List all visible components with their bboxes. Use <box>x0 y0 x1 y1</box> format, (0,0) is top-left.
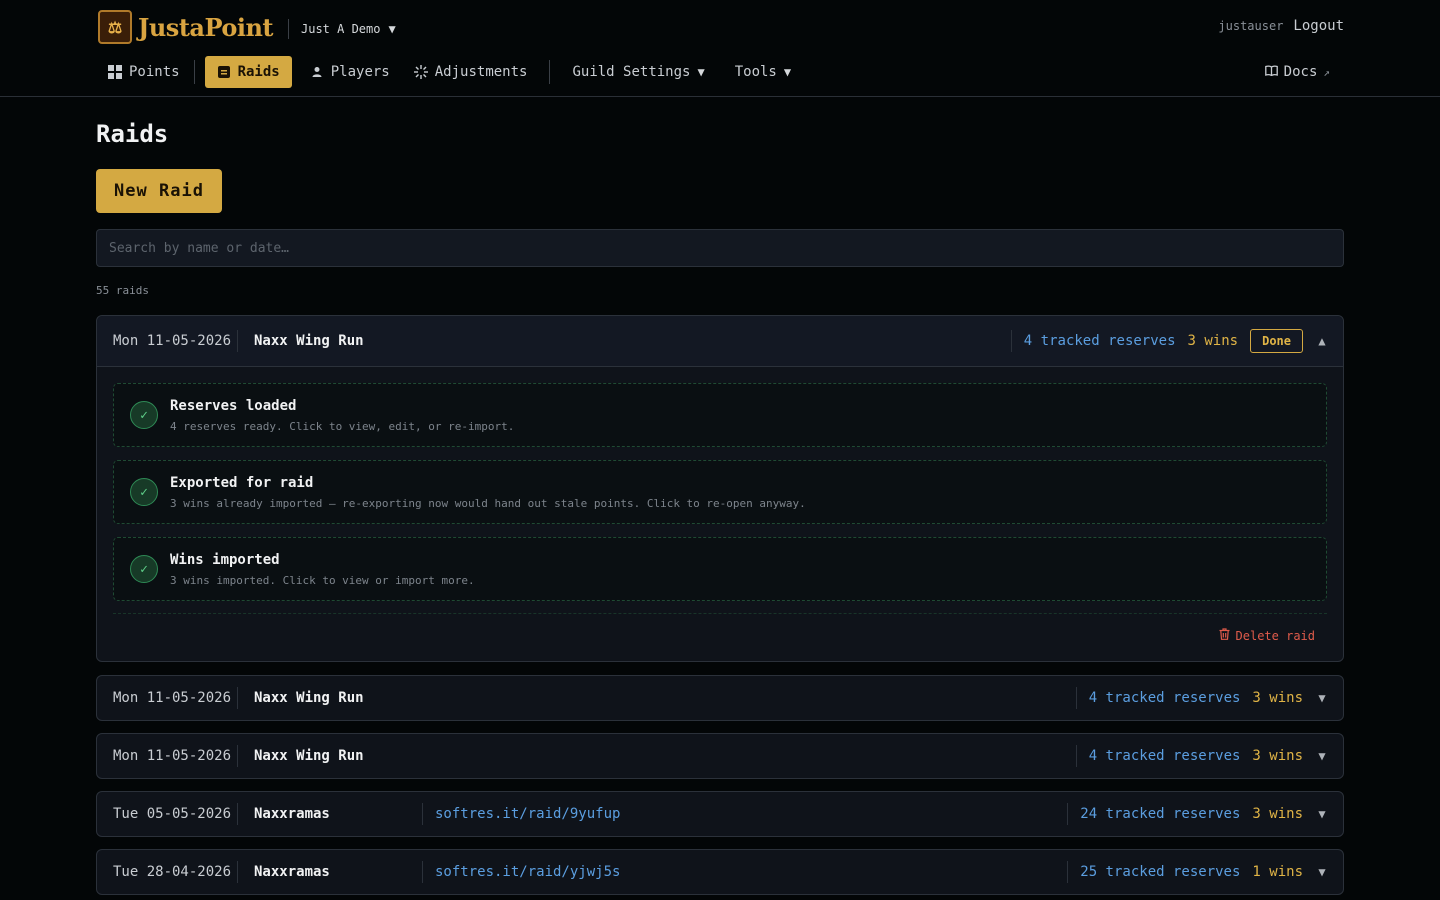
nav-item-tools[interactable]: Tools ▼ <box>723 56 803 88</box>
docs-label: Docs <box>1283 64 1318 80</box>
chevron-down-icon[interactable]: ▼ <box>1317 807 1327 821</box>
raid-date: Mon 11-05-2026 <box>113 687 238 709</box>
raid-header[interactable]: Tue 28-04-2026 Naxxramas softres.it/raid… <box>97 850 1343 894</box>
step-wins-imported[interactable]: ✓ Wins imported 3 wins imported. Click t… <box>113 537 1327 601</box>
check-icon: ✓ <box>130 555 158 583</box>
tracked-reserves: 24 tracked reserves <box>1080 806 1241 822</box>
step-title: Exported for raid <box>170 474 314 491</box>
nav-label: Tools <box>734 64 777 80</box>
check-icon: ✓ <box>130 401 158 429</box>
top-bar: ⚖ JustaPoint Just A Demo ▼ justauser Log… <box>0 0 1440 97</box>
new-raid-button[interactable]: New Raid <box>96 169 222 213</box>
nav-item-players[interactable]: Players <box>298 56 402 88</box>
raid-stats: 4 tracked reserves 3 wins <box>1010 330 1239 352</box>
external-link-icon: ↗ <box>1323 65 1330 79</box>
chevron-down-icon[interactable]: ▼ <box>1317 865 1327 879</box>
logo-icon: ⚖ <box>98 10 132 44</box>
raid-name: Naxx Wing Run <box>254 333 364 349</box>
raid-stats: 24 tracked reserves 3 wins <box>1067 803 1303 825</box>
nav-label: Raids <box>237 64 280 80</box>
wins-count: 3 wins <box>1252 748 1303 764</box>
user-menu: justauser Logout <box>1218 18 1344 34</box>
raid-header[interactable]: Mon 11-05-2026 Naxx Wing Run 4 tracked r… <box>97 316 1343 367</box>
raid-card: Tue 05-05-2026 Naxxramas softres.it/raid… <box>96 791 1344 837</box>
raid-header[interactable]: Mon 11-05-2026 Naxx Wing Run 4 tracked r… <box>97 676 1343 720</box>
book-icon <box>1264 64 1278 80</box>
raid-name: Naxxramas <box>238 803 423 825</box>
tracked-reserves: 25 tracked reserves <box>1080 864 1241 880</box>
chevron-down-icon: ▼ <box>388 22 396 36</box>
nav-item-guild-settings[interactable]: Guild Settings ▼ <box>560 56 716 88</box>
user-icon <box>310 65 324 79</box>
nav-item-raids[interactable]: Raids <box>204 56 292 88</box>
raid-count: 55 raids <box>96 284 149 297</box>
tracked-reserves: 4 tracked reserves <box>1023 333 1176 349</box>
raid-card: Mon 11-05-2026 Naxx Wing Run 4 tracked r… <box>96 733 1344 779</box>
raid-name: Naxxramas <box>238 861 423 883</box>
nav-divider <box>193 60 195 84</box>
step-description: 3 wins imported. Click to view or import… <box>170 573 475 587</box>
search-input[interactable] <box>96 229 1344 267</box>
list-icon <box>217 65 231 79</box>
status-badge: Done <box>1250 329 1303 353</box>
raid-date: Mon 11-05-2026 <box>113 745 238 767</box>
username: justauser <box>1218 19 1284 33</box>
brand-name: JustaPoint <box>138 12 274 42</box>
raid-name: Naxx Wing Run <box>254 690 364 706</box>
wins-count: 3 wins <box>1252 806 1303 822</box>
chevron-down-icon: ▼ <box>783 65 792 79</box>
raid-stats: 4 tracked reserves 3 wins <box>1075 745 1303 767</box>
chevron-up-icon[interactable]: ▲ <box>1317 334 1327 348</box>
tracked-reserves: 4 tracked reserves <box>1088 690 1241 706</box>
nav-item-adjustments[interactable]: Adjustments <box>402 56 540 88</box>
raid-card: Mon 11-05-2026 Naxx Wing Run 4 tracked r… <box>96 675 1344 721</box>
nav-item-points[interactable]: Points <box>96 56 192 88</box>
step-description: 4 reserves ready. Click to view, edit, o… <box>170 419 515 433</box>
nav-label: Points <box>129 64 180 80</box>
raid-details: ✓ Reserves loaded 4 reserves ready. Clic… <box>97 367 1343 661</box>
raid-stats: 25 tracked reserves 1 wins <box>1067 861 1303 883</box>
step-title: Reserves loaded <box>170 397 297 414</box>
logout-link[interactable]: Logout <box>1293 18 1344 34</box>
raid-name: Naxx Wing Run <box>254 748 364 764</box>
wins-count: 3 wins <box>1252 690 1303 706</box>
wins-count: 3 wins <box>1187 333 1239 349</box>
docs-link[interactable]: Docs ↗ <box>1264 56 1330 88</box>
raid-card: Mon 11-05-2026 Naxx Wing Run 4 tracked r… <box>96 315 1344 662</box>
page-title: Raids <box>96 120 169 148</box>
chevron-down-icon[interactable]: ▼ <box>1317 749 1327 763</box>
check-icon: ✓ <box>130 478 158 506</box>
chevron-down-icon: ▼ <box>697 65 705 79</box>
raid-date: Tue 28-04-2026 <box>113 861 238 883</box>
nav-divider <box>549 60 551 84</box>
raid-card: Tue 28-04-2026 Naxxramas softres.it/raid… <box>96 849 1344 895</box>
step-reserves-loaded[interactable]: ✓ Reserves loaded 4 reserves ready. Clic… <box>113 383 1327 447</box>
step-title: Wins imported <box>170 551 280 568</box>
step-exported-for-raid[interactable]: ✓ Exported for raid 3 wins already impor… <box>113 460 1327 524</box>
nav-label: Guild Settings <box>572 64 691 80</box>
nav-label: Players <box>330 64 390 80</box>
tracked-reserves: 4 tracked reserves <box>1088 748 1241 764</box>
guild-name: Just A Demo <box>301 22 381 36</box>
softres-link[interactable]: softres.it/raid/yjwj5s <box>423 864 620 880</box>
grid-icon <box>108 65 122 79</box>
trash-icon <box>1219 628 1230 643</box>
divider <box>113 613 1327 614</box>
raid-header[interactable]: Mon 11-05-2026 Naxx Wing Run 4 tracked r… <box>97 734 1343 778</box>
delete-label: Delete raid <box>1235 628 1315 643</box>
wins-count: 1 wins <box>1252 864 1303 880</box>
delete-raid-button[interactable]: Delete raid <box>113 628 1327 643</box>
sparkle-icon <box>413 65 428 79</box>
raid-header[interactable]: Tue 05-05-2026 Naxxramas softres.it/raid… <box>97 792 1343 836</box>
raid-date: Mon 11-05-2026 <box>113 330 238 352</box>
step-description: 3 wins already imported — re-exporting n… <box>170 496 806 510</box>
logo[interactable]: ⚖ JustaPoint <box>98 10 274 44</box>
main-nav: Points Raids Players Adjustments Guild S… <box>96 56 803 88</box>
chevron-down-icon[interactable]: ▼ <box>1317 691 1327 705</box>
softres-link[interactable]: softres.it/raid/9yufup <box>423 806 620 822</box>
raid-stats: 4 tracked reserves 3 wins <box>1075 687 1303 709</box>
nav-label: Adjustments <box>434 64 528 80</box>
guild-selector[interactable]: Just A Demo ▼ <box>288 19 396 39</box>
raid-date: Tue 05-05-2026 <box>113 803 238 825</box>
